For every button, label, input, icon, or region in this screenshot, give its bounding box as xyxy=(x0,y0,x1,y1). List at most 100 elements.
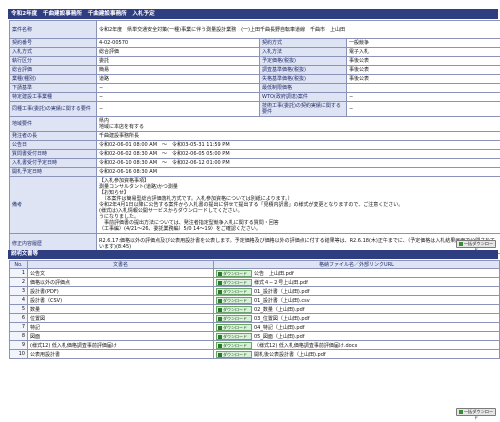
table-row: 2 価格以外の評価点 ダウンロード 様式４−２号上山田.pdf xyxy=(9,277,500,287)
region-value-line2: 地域に本店を有する xyxy=(99,124,145,130)
download-label: ダウンロード xyxy=(223,306,247,312)
bid-receipt-label: 入札書受付予定日時 xyxy=(9,158,97,168)
similar-work-value: − xyxy=(96,101,260,117)
row-file: ダウンロード 02_数量（上山田).pdf xyxy=(213,304,500,314)
orderer-value: 千曲建設事務所長 xyxy=(95,131,500,141)
download-icon xyxy=(218,271,222,276)
download-button[interactable]: ダウンロード xyxy=(216,341,252,349)
file-link[interactable]: 01_設計書（上山田).pdf xyxy=(254,289,310,295)
planned-price-label: 予定価格(税抜) xyxy=(259,56,347,66)
bulk-download-button-bottom[interactable]: 一括ダウンロード xyxy=(456,408,496,420)
bid-type-value: 総合評価 xyxy=(96,47,260,57)
download-icon xyxy=(218,298,222,303)
file-link[interactable]: 04_特記（上山田).pdf xyxy=(254,325,305,331)
row-no: 5 xyxy=(9,304,28,314)
row-no: 9 xyxy=(9,340,28,350)
special-construction-value: − xyxy=(96,92,260,102)
notice-date-value: 令和02-06-01 08:00 AM 〜 令和03-05-31 11:59 P… xyxy=(95,140,500,150)
row-name: 数量 xyxy=(27,304,214,314)
download-label: ダウンロード xyxy=(223,333,247,339)
special-construction-label: 特定建設工事業種 xyxy=(9,92,97,102)
row-name: 図面 xyxy=(27,331,214,341)
file-link[interactable]: （様式12) 低入札価格調査事前評価届け.docx xyxy=(254,343,357,349)
download-button[interactable]: ダウンロード xyxy=(216,278,252,286)
file-link[interactable]: 03_位置図（上山田).pdf xyxy=(254,316,310,322)
file-link[interactable]: 様式４−２号上山田.pdf xyxy=(254,280,308,286)
case-name-label: 案件名称 xyxy=(9,20,97,39)
row-file: ダウンロード 様式４−２号上山田.pdf xyxy=(213,277,500,287)
evaluation-value: 簡易 xyxy=(96,65,260,75)
download-button[interactable]: ダウンロード xyxy=(216,269,252,277)
row-file: ダウンロード 01_設計書（上山田).pdf xyxy=(213,286,500,296)
opening-date-label: 開札予定日時 xyxy=(9,167,97,177)
case-info-table: 案件名称 令和2年度 県単交通安全対策(一種)事業に伴う測量設計業務 (一)上田… xyxy=(9,20,500,254)
table-row: 6 位置図 ダウンロード 03_位置図（上山田).pdf xyxy=(9,313,500,323)
download-button[interactable]: ダウンロード xyxy=(216,332,252,340)
business-type-value: 道路 xyxy=(96,74,260,84)
download-icon xyxy=(218,316,222,321)
download-label: ダウンロード xyxy=(223,324,247,330)
disqualify-price-value: 事後公表 xyxy=(345,74,500,84)
row-name: 公告文 xyxy=(27,268,214,278)
file-link[interactable]: 05_図面（上山田).pdf xyxy=(254,334,305,340)
wto-value: − xyxy=(345,92,500,102)
download-label: ダウンロード xyxy=(223,342,247,348)
download-button[interactable]: ダウンロード xyxy=(216,296,252,304)
documents-section-title: 説明文書等 xyxy=(8,250,498,259)
file-link[interactable]: 開札後公表設計書（上山田).pdf xyxy=(254,352,326,358)
exec-category-value: 委託 xyxy=(96,56,260,66)
row-name: (様式12) 低入札価格調査事前評価届け xyxy=(27,340,214,350)
download-button[interactable]: ダウンロード xyxy=(216,323,252,331)
table-row: 8 図面 ダウンロード 05_図面（上山田).pdf xyxy=(9,331,500,341)
row-no: 6 xyxy=(9,313,28,323)
row-name: 公表用設計書 xyxy=(27,349,214,359)
row-no: 8 xyxy=(9,331,28,341)
table-row: 9 (様式12) 低入札価格調査事前評価届け ダウンロード （様式12) 低入札価… xyxy=(9,340,500,350)
col-header-no: No. xyxy=(9,260,28,269)
row-name: 価格以外の評価点 xyxy=(27,277,214,287)
download-label: ダウンロード xyxy=(223,297,247,303)
question-date-value: 令和02-06-02 08:30 AM 〜 令和02-06-05 05:00 P… xyxy=(95,149,500,159)
row-file: ダウンロード 03_位置図（上山田).pdf xyxy=(213,313,500,323)
row-no: 1 xyxy=(9,268,28,278)
row-no: 3 xyxy=(9,286,28,296)
download-icon xyxy=(218,334,222,339)
download-icon xyxy=(458,410,463,414)
remarks-line: （工事編）(4/21〜26、委託業務編）5/0 14〜19）をご確認ください。 xyxy=(99,226,261,232)
row-no: 4 xyxy=(9,295,28,305)
download-icon xyxy=(218,343,222,348)
subcontract-label: 下請基準 xyxy=(9,83,97,93)
col-header-name: 文書名 xyxy=(27,260,214,269)
row-no: 7 xyxy=(9,322,28,332)
file-link[interactable]: 02_数量（上山田).pdf xyxy=(254,307,305,313)
download-label: ダウンロード xyxy=(223,288,247,294)
download-icon xyxy=(218,307,222,312)
evaluation-label: 総合評価 xyxy=(9,65,97,75)
download-button[interactable]: ダウンロード xyxy=(216,305,252,313)
region-label: 地域要件 xyxy=(9,116,97,132)
table-row: 10 公表用設計書 ダウンロード 開札後公表設計書（上山田).pdf xyxy=(9,349,500,359)
download-label: ダウンロード xyxy=(223,270,247,276)
row-no: 2 xyxy=(9,277,28,287)
table-row: 1 公告文 ダウンロード 公告 上山田.pdf xyxy=(9,268,500,278)
download-icon xyxy=(458,242,463,246)
download-button[interactable]: ダウンロード xyxy=(216,287,252,295)
row-no: 10 xyxy=(9,349,28,359)
row-file: ダウンロード 01_設計書（上山田).csv xyxy=(213,295,500,305)
bid-method-value: 電子入札 xyxy=(345,47,500,57)
row-file: ダウンロード 05_図面（上山田).pdf xyxy=(213,331,500,341)
file-link[interactable]: 公告 上山田.pdf xyxy=(254,271,294,277)
row-file: ダウンロード 公告 上山田.pdf xyxy=(213,268,500,278)
bid-method-label: 入札方法 xyxy=(259,47,347,57)
download-button[interactable]: ダウンロード xyxy=(216,314,252,322)
planned-price-value: 事後公表 xyxy=(345,56,500,66)
row-name: 位置図 xyxy=(27,313,214,323)
notice-date-label: 公告日 xyxy=(9,140,97,150)
download-icon xyxy=(218,325,222,330)
remarks-label: 備考 xyxy=(9,176,97,234)
file-link[interactable]: 01_設計書（上山田).csv xyxy=(254,298,310,304)
contract-method-label: 契約方式 xyxy=(259,38,347,48)
case-name-value: 令和2年度 県単交通安全対策(一種)事業に伴う測量設計業務 (一)上田千曲長野自… xyxy=(95,20,500,39)
download-button[interactable]: ダウンロード xyxy=(216,350,252,358)
bulk-download-button[interactable]: 一括ダウンロード xyxy=(456,240,496,252)
